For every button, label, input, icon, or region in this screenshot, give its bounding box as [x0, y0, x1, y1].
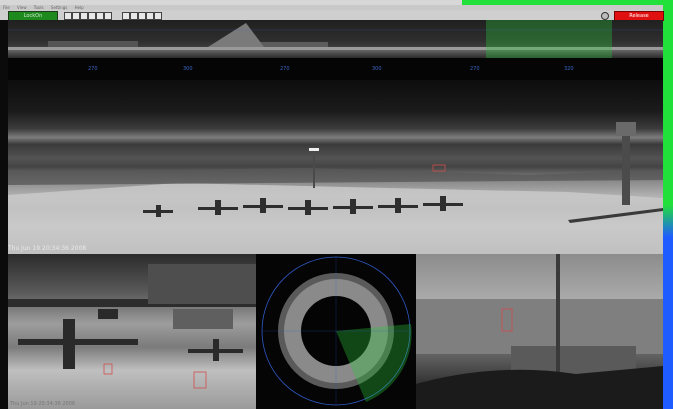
bottom-left-camera-view[interactable]	[8, 254, 256, 409]
main-camera-view[interactable]	[8, 80, 663, 254]
fisheye-camera-view[interactable]	[256, 254, 416, 409]
alert-icon[interactable]	[138, 12, 146, 20]
tick-label: 320	[564, 66, 574, 72]
flag-icon[interactable]	[130, 12, 138, 20]
tick-label: 270	[280, 66, 290, 72]
record-icon[interactable]	[88, 12, 96, 20]
grid-icon[interactable]	[146, 12, 154, 20]
panorama-strip[interactable]	[8, 20, 663, 58]
sector-highlight	[486, 20, 612, 58]
info-icon[interactable]	[104, 12, 112, 20]
camera-icon[interactable]	[96, 12, 104, 20]
bottom-right-scene	[416, 254, 663, 409]
status-indicator	[601, 12, 609, 20]
status-rail	[663, 0, 673, 409]
pan-icon[interactable]	[80, 12, 88, 20]
settings-icon[interactable]	[154, 12, 162, 20]
bottom-left-scene	[8, 264, 256, 389]
main-timestamp: Thu Jun 19 20:34:36 2008	[8, 245, 87, 252]
panorama-scene	[8, 20, 663, 58]
target-icon[interactable]	[122, 12, 130, 20]
fisheye-scene	[261, 256, 412, 406]
tick-label: 270	[470, 66, 480, 72]
cursor-icon[interactable]	[64, 12, 72, 20]
tick-label: 300	[183, 66, 193, 72]
tick-label: 270	[88, 66, 98, 72]
bottom-left-timestamp: Thu Jun 19 20:34:36 2008	[10, 401, 76, 407]
bottom-right-camera-view[interactable]	[416, 254, 663, 409]
zoom-icon[interactable]	[72, 12, 80, 20]
main-scene	[8, 122, 663, 254]
panorama-tick-bar: 270 300 270 300 270 320	[8, 58, 663, 80]
tick-label: 300	[372, 66, 382, 72]
